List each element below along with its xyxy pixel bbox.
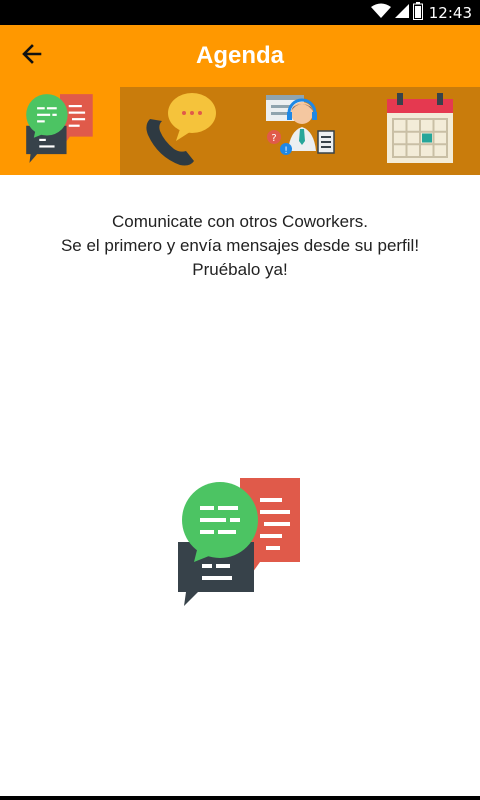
- status-bar: 12:43: [0, 0, 480, 25]
- empty-state-message: Comunicate con otros Coworkers. Se el pr…: [0, 210, 480, 282]
- page-title: Agenda: [195, 42, 284, 69]
- svg-text:!: !: [284, 146, 288, 156]
- tab-calendar[interactable]: [360, 87, 480, 175]
- message-line-2: Se el primero y envía mensajes desde su …: [60, 236, 420, 255]
- chat-bubbles-icon: [176, 478, 304, 612]
- message-line-1: Comunicate con otros Coworkers.: [111, 212, 369, 231]
- tab-chat[interactable]: [0, 87, 120, 175]
- battery-icon: [412, 1, 423, 24]
- tab-phone[interactable]: [120, 87, 240, 175]
- phone-call-icon: [140, 89, 220, 174]
- calendar-icon: [385, 92, 455, 170]
- app-bar: Agenda: [0, 25, 480, 87]
- arrow-left-icon: [20, 42, 44, 71]
- wifi-icon: [370, 3, 391, 23]
- tab-support[interactable]: ? !: [240, 87, 360, 175]
- back-button[interactable]: [10, 34, 54, 78]
- status-time: 12:43: [428, 3, 472, 22]
- signal-icon: [394, 3, 409, 23]
- tab-bar: ? !: [0, 87, 480, 175]
- svg-text:?: ?: [271, 133, 276, 144]
- support-agent-icon: ? !: [262, 91, 338, 172]
- chat-bubbles-icon: [24, 93, 96, 170]
- chat-illustration: [176, 476, 304, 608]
- bottom-edge: [0, 796, 480, 800]
- message-line-3: Pruébalo ya!: [192, 260, 288, 279]
